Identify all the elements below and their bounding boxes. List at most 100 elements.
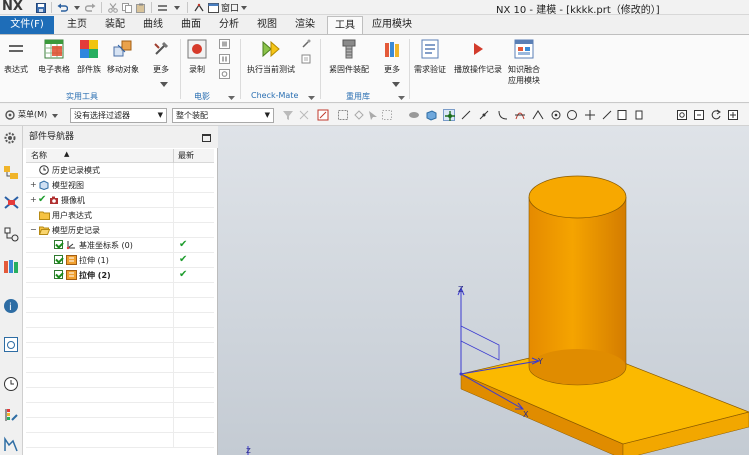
tab-tools[interactable]: 工具 bbox=[327, 16, 363, 34]
move-object-button[interactable]: 移动对象 bbox=[107, 38, 139, 75]
arc-center-icon[interactable] bbox=[532, 109, 544, 121]
redo-icon[interactable] bbox=[84, 2, 97, 14]
chevron-down-icon[interactable] bbox=[392, 80, 403, 90]
save-icon[interactable] bbox=[34, 2, 47, 14]
fastener-assembly-button[interactable]: 紧固件装配 bbox=[329, 38, 369, 75]
deselect-icon[interactable] bbox=[381, 109, 393, 121]
stop-icon[interactable] bbox=[219, 39, 230, 49]
expression-button[interactable]: 表达式 bbox=[4, 38, 28, 75]
spreadsheet-button[interactable]: 电子表格 bbox=[38, 38, 70, 75]
chevron-down-icon[interactable] bbox=[52, 111, 64, 123]
tab-file[interactable]: 文件(F) bbox=[0, 16, 54, 34]
select-face-icon[interactable] bbox=[317, 109, 329, 121]
reuse-library-icon[interactable] bbox=[3, 258, 20, 275]
play-journal-button[interactable]: 播放操作记录 bbox=[454, 38, 502, 75]
part-navigator-icon[interactable] bbox=[3, 226, 20, 243]
constraint-navigator-icon[interactable] bbox=[3, 194, 20, 211]
tab-render[interactable]: 渲染 bbox=[288, 16, 322, 34]
tab-analysis[interactable]: 分析 bbox=[212, 16, 246, 34]
record-button[interactable]: 录制 bbox=[186, 38, 208, 75]
expand-icon[interactable]: + bbox=[30, 195, 37, 204]
visibility-checkbox[interactable] bbox=[54, 240, 63, 249]
chevron-down-icon[interactable] bbox=[398, 93, 409, 103]
chevron-down-icon[interactable] bbox=[160, 80, 171, 90]
more-reuse-button[interactable]: 更多 bbox=[381, 38, 403, 75]
check-mate-tool-icon[interactable] bbox=[301, 39, 312, 49]
show-hide-icon[interactable] bbox=[408, 109, 420, 121]
touch-mode-icon[interactable] bbox=[192, 2, 205, 14]
solid-body-icon[interactable] bbox=[425, 109, 437, 121]
cut-icon[interactable] bbox=[106, 2, 119, 14]
gear-icon[interactable] bbox=[3, 131, 20, 148]
chevron-down-icon[interactable] bbox=[228, 93, 239, 103]
history-clock-icon[interactable] bbox=[3, 376, 20, 393]
more-utilities-button[interactable]: 更多 bbox=[150, 38, 172, 75]
lasso-select-icon[interactable] bbox=[353, 109, 365, 121]
tree-row-extrude-1[interactable]: 拉伸 (1) ✔ bbox=[26, 253, 214, 268]
menu-icon[interactable] bbox=[4, 109, 16, 121]
circle-center-icon[interactable] bbox=[550, 109, 562, 121]
tree-row-cameras[interactable]: + ✔ 摄像机 bbox=[26, 193, 214, 208]
settings-icon[interactable] bbox=[219, 69, 230, 79]
tab-view[interactable]: 视图 bbox=[250, 16, 284, 34]
collapse-icon[interactable]: − bbox=[30, 225, 37, 234]
visibility-checkbox[interactable] bbox=[54, 255, 63, 264]
snap-point-icon[interactable] bbox=[443, 109, 455, 121]
tab-curve[interactable]: 曲线 bbox=[136, 16, 170, 34]
tree-row-model-views[interactable]: + 模型视图 bbox=[26, 178, 214, 193]
graphics-window[interactable]: Z Y X Z bbox=[218, 126, 749, 455]
point-on-face-icon[interactable] bbox=[601, 109, 613, 121]
requirement-validation-button[interactable]: 需求验证 bbox=[414, 38, 446, 75]
tree-row-datum-csys[interactable]: 基准坐标系 (0) ✔ bbox=[26, 238, 214, 253]
column-name[interactable]: 名称 bbox=[31, 150, 47, 161]
type-filter-select[interactable]: 没有选择过滤器 ▼ bbox=[70, 108, 167, 123]
tree-row-history-mode[interactable]: 历史记录模式 bbox=[26, 163, 214, 178]
scope-select[interactable]: 整个装配 ▼ bbox=[172, 108, 274, 123]
intersection-icon[interactable] bbox=[514, 109, 526, 121]
fit-view-icon[interactable] bbox=[676, 109, 688, 121]
select-region-icon[interactable] bbox=[367, 109, 379, 121]
window-menu[interactable]: 窗口 bbox=[208, 1, 248, 14]
existing-point-icon[interactable] bbox=[633, 109, 645, 121]
endpoint-icon[interactable] bbox=[460, 109, 472, 121]
execute-test-button[interactable]: 执行当前测试 bbox=[247, 38, 295, 75]
tree-row-extrude-2[interactable]: 拉伸 (2) ✔ bbox=[26, 268, 214, 283]
part-family-button[interactable]: 部件族 bbox=[77, 38, 101, 75]
copy-icon[interactable] bbox=[120, 2, 133, 14]
quadrant-icon[interactable] bbox=[566, 109, 578, 121]
knowledge-fusion-button[interactable]: 知识融合应用模块 bbox=[507, 38, 541, 86]
tab-home[interactable]: 主页 bbox=[60, 16, 94, 34]
sort-ascending-icon[interactable]: ▲ bbox=[64, 150, 69, 158]
midpoint-icon[interactable] bbox=[478, 109, 490, 121]
check-mate-log-icon[interactable] bbox=[301, 54, 312, 64]
expand-icon[interactable]: + bbox=[30, 180, 37, 189]
tab-surface[interactable]: 曲面 bbox=[174, 16, 208, 34]
process-studio-icon[interactable] bbox=[3, 436, 20, 453]
point-on-curve-icon[interactable] bbox=[584, 109, 596, 121]
undo-icon[interactable] bbox=[56, 2, 69, 14]
select-all-icon[interactable] bbox=[298, 109, 310, 121]
assembly-navigator-icon[interactable] bbox=[3, 164, 20, 181]
filter-settings-icon[interactable] bbox=[282, 109, 294, 121]
model-viewport[interactable]: Z Y X Z bbox=[218, 126, 749, 455]
menu-button[interactable]: 菜单(M) bbox=[18, 109, 47, 120]
hd3d-tools-icon[interactable]: i bbox=[3, 298, 20, 315]
system-materials-icon[interactable] bbox=[3, 406, 20, 423]
bounded-grid-icon[interactable] bbox=[616, 109, 628, 121]
tab-assembly[interactable]: 装配 bbox=[98, 16, 132, 34]
visibility-checkbox[interactable] bbox=[54, 270, 63, 279]
rotate-icon[interactable] bbox=[710, 109, 722, 121]
chevron-down-icon[interactable] bbox=[308, 93, 319, 103]
tab-applications[interactable]: 应用模块 bbox=[367, 16, 417, 34]
pan-icon[interactable] bbox=[727, 109, 739, 121]
web-browser-icon[interactable] bbox=[3, 336, 20, 353]
paste-icon[interactable] bbox=[134, 2, 147, 14]
chevron-down-icon[interactable] bbox=[70, 2, 83, 14]
zoom-icon[interactable] bbox=[693, 109, 705, 121]
maximize-icon[interactable] bbox=[202, 134, 211, 142]
control-point-icon[interactable] bbox=[497, 109, 509, 121]
pause-icon[interactable] bbox=[219, 54, 230, 64]
tree-row-model-history[interactable]: − 模型历史记录 bbox=[26, 223, 214, 238]
column-latest[interactable]: 最新 bbox=[178, 150, 194, 161]
repeat-command-icon[interactable] bbox=[156, 2, 169, 14]
